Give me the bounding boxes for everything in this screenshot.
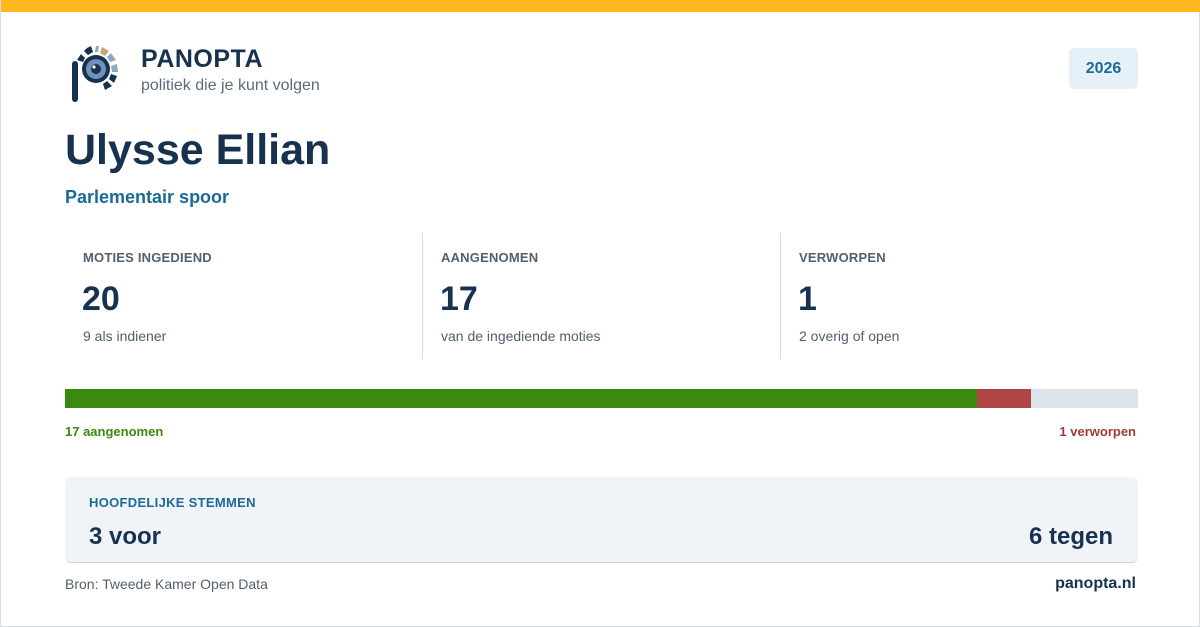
votes-title: HOOFDELIJKE STEMMEN: [89, 495, 256, 510]
stat-rejected: VERWORPEN 1 2 overig of open: [780, 233, 1138, 359]
panopta-eye-logo-icon: [69, 42, 121, 102]
stat-label: MOTIES INGEDIEND: [83, 250, 212, 265]
stat-value: 17: [440, 280, 478, 318]
progress-segment-rejected: [977, 389, 1031, 408]
brand-name: PANOPTA: [141, 45, 264, 73]
year-badge: 2026: [1069, 48, 1138, 89]
stat-value: 1: [798, 280, 817, 318]
motion-progress-bar: [65, 389, 1138, 408]
roll-call-votes-panel: HOOFDELIJKE STEMMEN 3 voor 6 tegen: [65, 477, 1138, 563]
legend-rejected: 1 verworpen: [1059, 424, 1136, 439]
brand-tagline: politiek die je kunt volgen: [141, 77, 320, 94]
stat-label: VERWORPEN: [799, 250, 886, 265]
stat-sub: 2 overig of open: [799, 328, 900, 344]
votes-against: 6 tegen: [1028, 523, 1113, 550]
stat-label: AANGENOMEN: [441, 250, 539, 265]
legend-accepted: 17 aangenomen: [65, 424, 164, 439]
stat-sub: 9 als indiener: [83, 328, 167, 344]
share-card: PANOPTA politiek die je kunt volgen 2026…: [0, 0, 1200, 627]
top-accent-bar: [1, 0, 1200, 12]
progress-segment-accepted: [65, 389, 978, 408]
person-name: Ulysse Ellian: [65, 126, 331, 174]
stat-sub: van de ingediende moties: [441, 328, 601, 344]
stat-submitted: MOTIES INGEDIEND 20 9 als indiener: [65, 233, 422, 359]
stat-accepted: AANGENOMEN 17 van de ingediende moties: [422, 233, 780, 359]
stat-value: 20: [82, 280, 120, 318]
site-link[interactable]: panopta.nl: [1055, 575, 1136, 593]
track-subtitle: Parlementair spoor: [65, 187, 230, 207]
stats-row: MOTIES INGEDIEND 20 9 als indiener AANGE…: [65, 233, 1138, 359]
source-note: Bron: Tweede Kamer Open Data: [65, 576, 268, 592]
votes-for: 3 voor: [89, 523, 162, 550]
